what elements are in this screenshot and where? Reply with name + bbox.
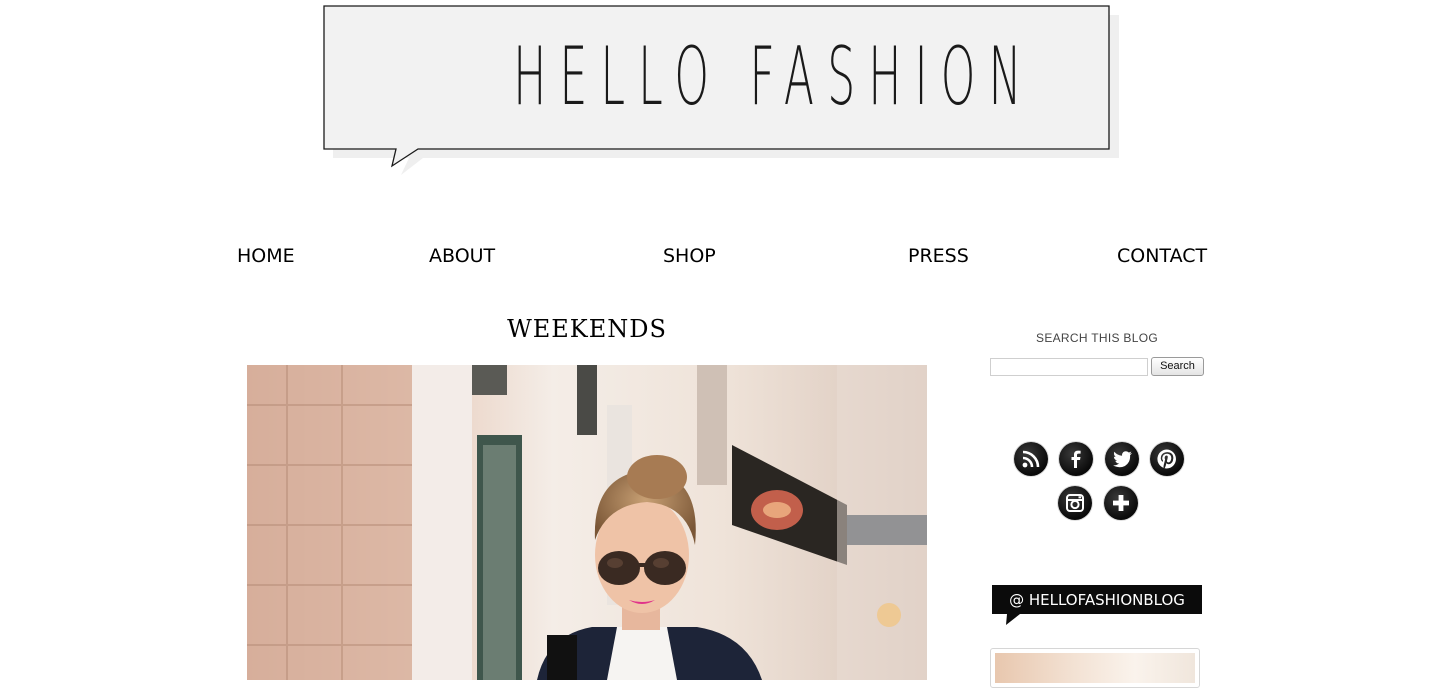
nav-contact[interactable]: CONTACT (1117, 243, 1207, 269)
instagram-banner-label: @ HELLOFASHIONBLOG (1009, 591, 1185, 609)
plus-icon[interactable] (1104, 486, 1138, 520)
search-heading: SEARCH THIS BLOG (1036, 331, 1158, 345)
instagram-photo[interactable] (990, 648, 1200, 688)
search-button[interactable]: Search (1151, 357, 1204, 376)
nav-home[interactable]: HOME (237, 243, 295, 269)
instagram-banner[interactable]: @ HELLOFASHIONBLOG (992, 585, 1202, 625)
post-title[interactable]: WEEKENDS (247, 314, 927, 344)
nav-shop[interactable]: SHOP (663, 243, 716, 269)
instagram-photo-image (995, 653, 1195, 683)
street-portrait-image (247, 365, 927, 680)
rss-icon[interactable] (1014, 442, 1048, 476)
twitter-icon[interactable] (1105, 442, 1139, 476)
search-input[interactable] (990, 358, 1148, 376)
post-photo[interactable] (247, 365, 927, 680)
pinterest-icon[interactable] (1150, 442, 1184, 476)
logo-text: HELLO FASHION (513, 30, 1035, 123)
facebook-icon[interactable] (1059, 442, 1093, 476)
nav-press[interactable]: PRESS (908, 243, 969, 269)
instagram-icon[interactable] (1058, 486, 1092, 520)
site-logo[interactable]: HELLO FASHION (323, 5, 1119, 175)
main-nav: HOME ABOUT SHOP PRESS CONTACT (0, 243, 1434, 269)
nav-about[interactable]: ABOUT (429, 243, 495, 269)
